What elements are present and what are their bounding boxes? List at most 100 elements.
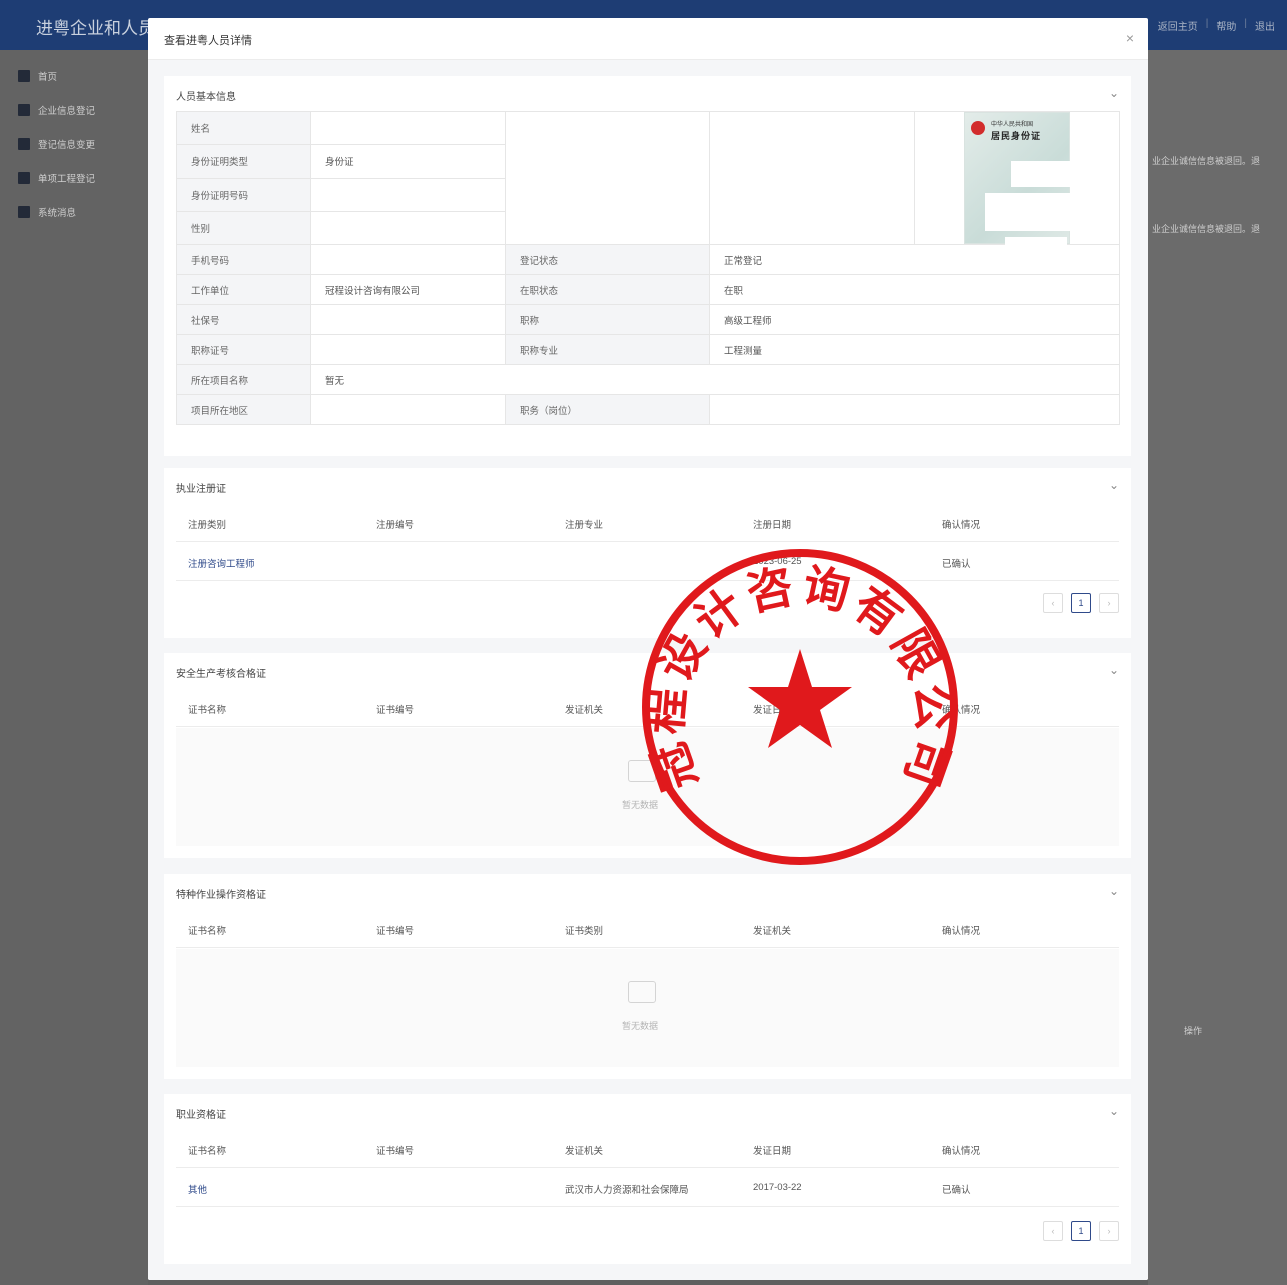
blank-cell [505,111,710,245]
title-cert-label: 职称证号 [176,334,311,365]
home-icon [18,70,30,82]
modal-body: 人员基本信息 ⌄ 姓名 中华人民共和国 居民身份证 身份证明类型 身份证 身份证… [148,60,1148,1280]
prev-page-button[interactable]: ‹ [1043,1221,1063,1241]
name-label: 姓名 [176,110,311,146]
empty-box-icon [628,981,656,1003]
job-status-label: 在职状态 [505,274,710,305]
gender-value [310,210,506,246]
clipboard-icon [18,172,30,184]
cert-name-link[interactable]: 其他 [188,1182,207,1196]
phone-value [310,244,506,275]
social-no-label: 社保号 [176,304,311,335]
reg-date: 2023-06-25 [753,556,802,567]
empty-text: 暂无数据 [622,1021,659,1031]
background-content [1148,50,1287,1285]
empty-text: 暂无数据 [622,800,659,810]
project-name-label: 所在项目名称 [176,364,311,395]
chevron-down-icon[interactable]: ⌄ [1109,86,1119,100]
pagination: ‹ 1 › [1043,1221,1119,1241]
title-major-label: 职称专业 [505,334,710,365]
sidebar: 首页 企业信息登记 登记信息变更 单项工程登记 系统消息 [0,50,148,1285]
confirm-status: 已确认 [942,559,971,570]
table-header: 证书名称 证书编号 证书类别 发证机关 确认情况 [176,909,1119,948]
name-value [310,110,506,146]
title-label: 职称 [505,304,710,335]
edit-icon [18,138,30,150]
employer-value: 冠程设计咨询有限公司 [310,274,506,305]
id-number-value [310,177,506,212]
home-link[interactable]: 返回主页 [1158,18,1198,33]
gender-label: 性别 [176,210,311,246]
section-title: 职业资格证 [176,1110,226,1121]
empty-state: 暂无数据 [176,949,1119,1067]
table-row: 注册咨询工程师 2023-06-25 已确认 [176,542,1119,581]
title-value: 高级工程师 [709,304,1120,335]
social-no-value [310,304,506,335]
section-title: 安全生产考核合格证 [176,669,266,680]
title-major-value: 工程测量 [709,334,1120,365]
position-label: 职务（岗位） [505,394,710,425]
qualification-cert-card: 职业资格证 ⌄ 证书名称 证书编号 发证机关 发证日期 确认情况 其他 武汉市人… [164,1094,1131,1264]
chevron-down-icon[interactable]: ⌄ [1109,884,1119,898]
id-card-image: 中华人民共和国 居民身份证 [964,112,1071,245]
special-table: 证书名称 证书编号 证书类别 发证机关 确认情况 [176,909,1119,948]
sidebar-item-info-change[interactable]: 登记信息变更 [18,136,95,152]
sidebar-item-project-register[interactable]: 单项工程登记 [18,170,95,186]
blank-cell [709,111,915,245]
page-number-button[interactable]: 1 [1071,1221,1091,1241]
sidebar-item-enterprise-register[interactable]: 企业信息登记 [18,102,95,118]
sidebar-item-home[interactable]: 首页 [18,68,57,84]
issue-date: 2017-03-22 [753,1182,802,1193]
title-cert-value [310,334,506,365]
prev-page-button[interactable]: ‹ [1043,593,1063,613]
safety-table: 证书名称 证书编号 发证机关 发证日期 确认情况 [176,688,1119,727]
confirm-status: 已确认 [942,1185,971,1196]
id-number-label: 身份证明号码 [176,177,311,212]
table-header: 证书名称 证书编号 发证机关 发证日期 确认情况 [176,1129,1119,1168]
safety-cert-card: 安全生产考核合格证 ⌄ 证书名称 证书编号 发证机关 发证日期 确认情况 暂无数… [164,653,1131,858]
page-number-button[interactable]: 1 [1071,593,1091,613]
practice-table: 注册类别 注册编号 注册专业 注册日期 确认情况 注册咨询工程师 2023-06… [176,503,1119,581]
empty-state: 暂无数据 [176,728,1119,846]
help-link[interactable]: 帮助 [1216,18,1236,33]
building-icon [18,104,30,116]
empty-box-icon [628,760,656,782]
cert-type-link[interactable]: 注册咨询工程师 [188,556,255,570]
reg-status-value: 正常登记 [709,244,1120,275]
background-message: 业企业诚信信息被退回。退 [1152,224,1261,234]
id-card-cell: 中华人民共和国 居民身份证 [914,111,1120,245]
section-title: 人员基本信息 [176,92,236,103]
modal-header: 查看进粤人员详情 × [148,18,1148,60]
logout-link[interactable]: 退出 [1255,18,1275,33]
employer-label: 工作单位 [176,274,311,305]
project-region-label: 项目所在地区 [176,394,311,425]
project-name-value: 暂无 [310,364,1120,395]
table-header: 注册类别 注册编号 注册专业 注册日期 确认情况 [176,503,1119,542]
basic-info-card: 人员基本信息 ⌄ 姓名 中华人民共和国 居民身份证 身份证明类型 身份证 身份证… [164,76,1131,456]
next-page-button[interactable]: › [1099,593,1119,613]
job-status-value: 在职 [709,274,1120,305]
special-cert-card: 特种作业操作资格证 ⌄ 证书名称 证书编号 证书类别 发证机关 确认情况 暂无数… [164,874,1131,1079]
background-op-header: 操作 [1184,1026,1203,1036]
background-message: 业企业诚信信息被退回。退 [1152,156,1261,166]
sidebar-item-messages[interactable]: 系统消息 [18,204,76,220]
id-type-value: 身份证 [310,144,506,179]
section-title: 执业注册证 [176,484,226,495]
id-type-label: 身份证明类型 [176,144,311,179]
close-icon[interactable]: × [1126,30,1134,46]
qualification-table: 证书名称 证书编号 发证机关 发证日期 确认情况 其他 武汉市人力资源和社会保障… [176,1129,1119,1207]
chevron-down-icon[interactable]: ⌄ [1109,663,1119,677]
next-page-button[interactable]: › [1099,1221,1119,1241]
position-value [709,394,1120,425]
message-icon [18,206,30,218]
project-region-value [310,394,506,425]
basic-info-table: 姓名 中华人民共和国 居民身份证 身份证明类型 身份证 身份证明号码 性别 手机… [176,110,1120,425]
modal-title: 查看进粤人员详情 [164,35,252,47]
practice-cert-card: 执业注册证 ⌄ 注册类别 注册编号 注册专业 注册日期 确认情况 注册咨询工程师… [164,468,1131,638]
top-links: 返回主页 | 帮助 | 退出 [1157,18,1275,33]
table-header: 证书名称 证书编号 发证机关 发证日期 确认情况 [176,688,1119,727]
chevron-down-icon[interactable]: ⌄ [1109,478,1119,492]
pagination: ‹ 1 › [1043,593,1119,613]
chevron-down-icon[interactable]: ⌄ [1109,1104,1119,1118]
reg-status-label: 登记状态 [505,244,710,275]
